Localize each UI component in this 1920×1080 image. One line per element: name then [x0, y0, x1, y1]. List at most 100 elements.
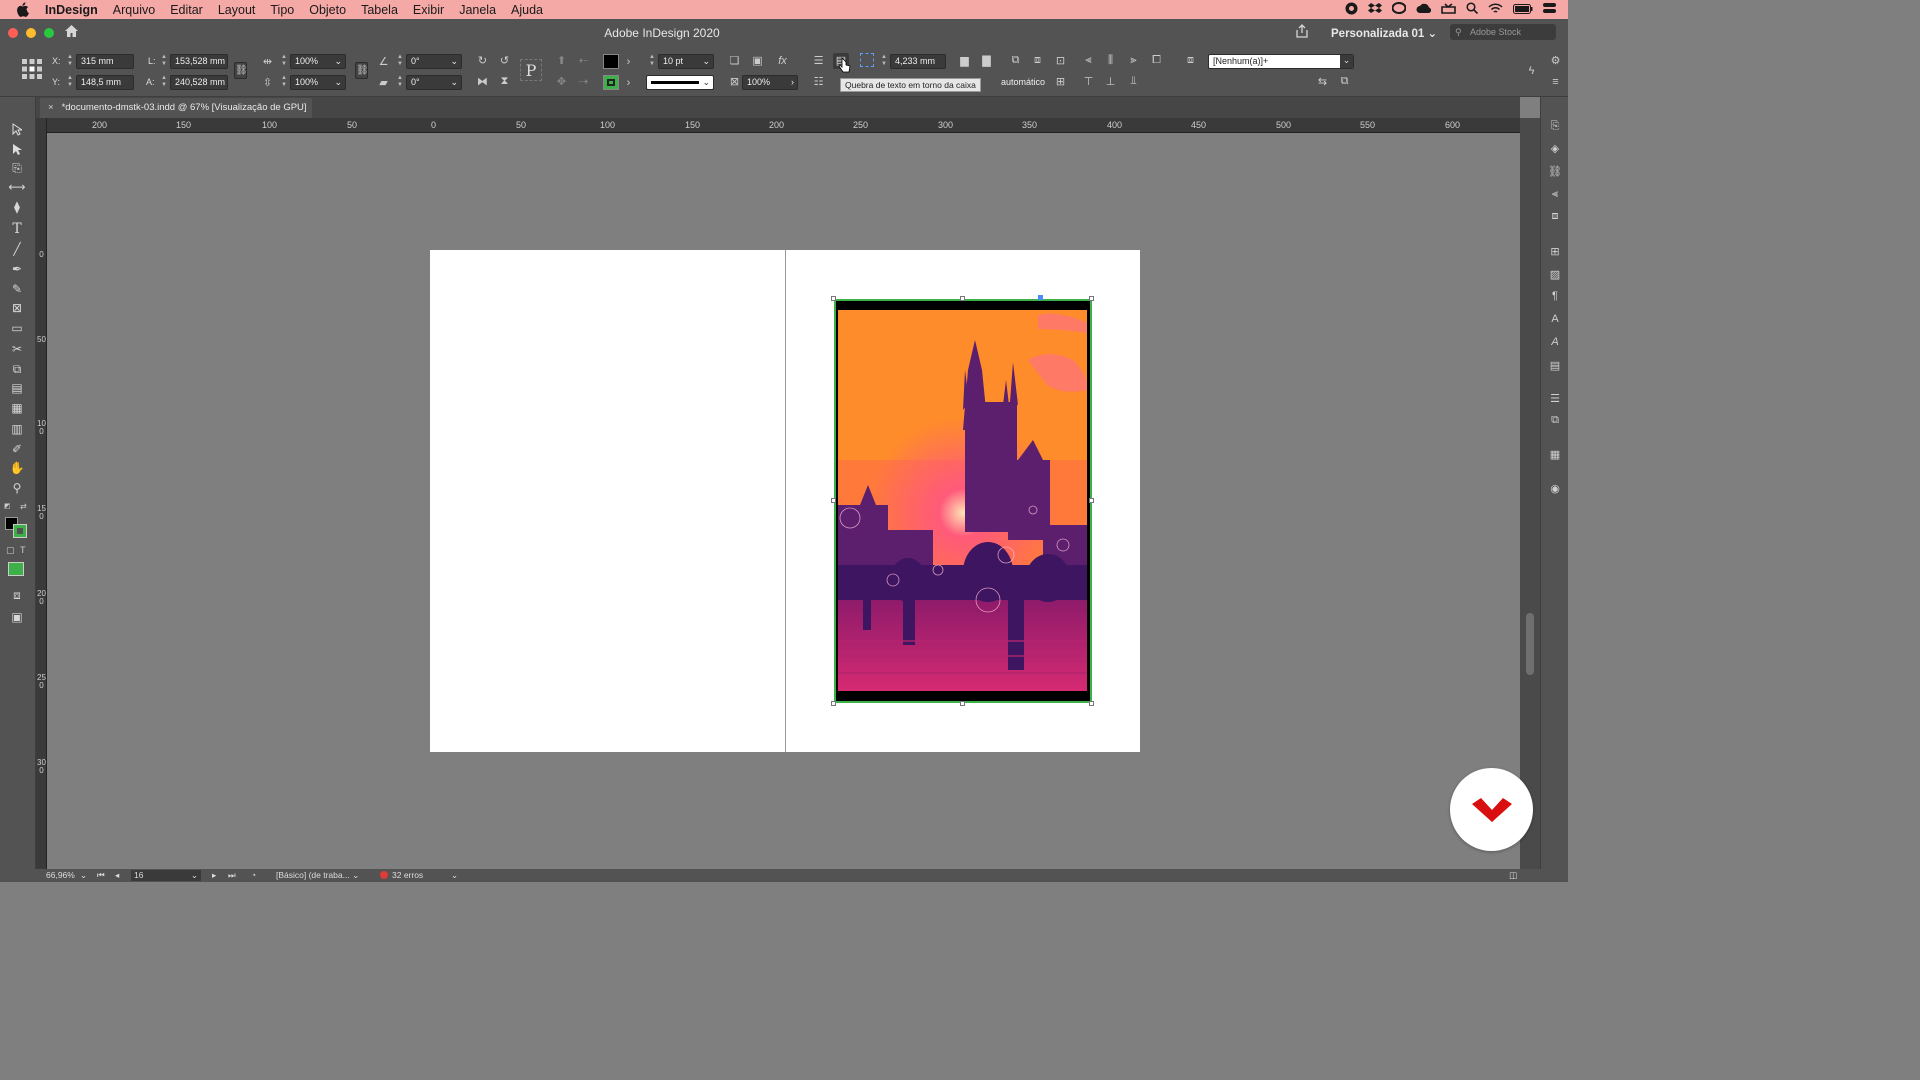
share-icon[interactable]: [1295, 24, 1309, 41]
menu-tipo[interactable]: Tipo: [270, 3, 294, 17]
workspace-switcher[interactable]: Personalizada 01 ⌄: [1331, 26, 1437, 40]
preflight-errors[interactable]: 32 erros: [392, 870, 423, 880]
scale-x-input[interactable]: 100% ⌄: [290, 54, 346, 69]
fit-frame-to-content-icon[interactable]: ▇: [980, 54, 993, 67]
creative-cloud-icon[interactable]: [1391, 2, 1407, 17]
wrap-offset-input[interactable]: 4,233 mm: [890, 54, 946, 69]
scrollbar-thumb[interactable]: [1526, 613, 1534, 675]
menu-layout[interactable]: Layout: [218, 3, 256, 17]
links-panel-icon[interactable]: ⛓: [1547, 164, 1563, 178]
frame-handle-middle-right[interactable]: [1089, 498, 1094, 503]
formatting-container-icon[interactable]: ▢: [6, 545, 15, 556]
scale-y-input[interactable]: 100% ⌄: [290, 75, 346, 90]
pages-panel-icon[interactable]: ⎘: [1547, 119, 1563, 133]
lightning-publish-icon[interactable]: ϟ: [1525, 64, 1538, 77]
fx-icon[interactable]: fx: [776, 54, 789, 67]
align-left-edges-icon[interactable]: ⫷: [1082, 54, 1095, 67]
view-mode-icon[interactable]: ⧈: [8, 587, 26, 603]
apply-color-icon[interactable]: [8, 562, 24, 576]
control-panel-settings-icon[interactable]: ⚙: [1549, 54, 1562, 67]
shear-spinner[interactable]: ▲ ▼: [396, 75, 404, 90]
align-vertical-centers-icon[interactable]: ⊥: [1104, 75, 1117, 88]
preflight-chevron-down-icon[interactable]: ⌄: [451, 870, 458, 881]
rectangle-frame-tool-icon[interactable]: ⊠: [8, 300, 26, 316]
control-panel-menu-icon[interactable]: ≡: [1549, 75, 1562, 88]
wrap-offset-spinner[interactable]: ▲ ▼: [880, 54, 888, 69]
spotlight-icon[interactable]: [1466, 2, 1479, 17]
fit-content-proportionally-icon[interactable]: ⧉: [1009, 54, 1022, 67]
tray-icon[interactable]: [1441, 2, 1456, 17]
split-window-icon[interactable]: ◫: [1509, 870, 1517, 881]
document-tab[interactable]: × *documento-dmstk-03.indd @ 67% [Visuali…: [40, 98, 312, 118]
stroke-color-swatch[interactable]: [13, 524, 27, 538]
frame-handle-top-center[interactable]: [960, 296, 965, 301]
fill-frame-proportionally-icon[interactable]: ⧈: [1031, 54, 1044, 67]
page-number-field[interactable]: 16 ⌄: [131, 870, 201, 881]
paragraph-panel-icon[interactable]: ¶: [1547, 289, 1563, 303]
x-spinner[interactable]: ▲ ▼: [66, 54, 74, 69]
wifi-icon[interactable]: [1488, 2, 1503, 17]
align-to-selection-icon[interactable]: ⧠: [1150, 54, 1163, 67]
zoom-level[interactable]: 66,96%: [46, 870, 75, 880]
transform-panel-icon[interactable]: ⧈: [1547, 209, 1563, 223]
formatting-text-icon[interactable]: T: [20, 545, 26, 555]
height-spinner[interactable]: ▲ ▼: [160, 75, 168, 90]
rotate-counterclockwise-icon[interactable]: ↺: [498, 54, 511, 67]
record-icon[interactable]: [1345, 2, 1358, 18]
selection-tool-icon[interactable]: [8, 121, 26, 137]
no-text-wrap-icon[interactable]: ☰: [812, 54, 825, 67]
character-styles-panel-icon[interactable]: A: [1547, 312, 1563, 326]
eyedropper-tool-icon[interactable]: ✐: [8, 441, 26, 457]
align-horizontal-centers-icon[interactable]: ⫼: [1104, 54, 1117, 67]
note-tool-icon[interactable]: ▥: [8, 421, 26, 437]
menu-objeto[interactable]: Objeto: [309, 3, 346, 17]
apple-icon[interactable]: [16, 2, 31, 17]
fill-chevron-right-icon[interactable]: ›: [622, 55, 635, 68]
pencil-tool-icon[interactable]: ✎: [8, 281, 26, 297]
select-next-object-icon[interactable]: ⇢: [577, 75, 590, 88]
height-input[interactable]: 240,528 mm: [170, 75, 228, 90]
align-right-edges-icon[interactable]: ⫸: [1127, 54, 1140, 67]
content-collector-icon[interactable]: ⧫: [8, 199, 26, 215]
flip-vertical-icon[interactable]: ⧗: [498, 75, 511, 88]
scale-x-spinner[interactable]: ▲ ▼: [280, 54, 288, 69]
menu-app-indesign[interactable]: InDesign: [45, 3, 98, 17]
object-effects-icon[interactable]: ▣: [751, 54, 764, 67]
reference-point-icon[interactable]: [22, 59, 42, 81]
align-panel-icon[interactable]: ⫷: [1547, 187, 1563, 201]
direct-selection-tool-icon[interactable]: [8, 141, 26, 157]
menu-arquivo[interactable]: Arquivo: [113, 3, 155, 17]
text-wrap-panel-icon[interactable]: ▤: [1547, 358, 1563, 372]
default-colors-icon[interactable]: ◩: [4, 502, 11, 510]
previous-page-icon[interactable]: ◂: [115, 870, 119, 881]
dropbox-icon[interactable]: [1368, 2, 1382, 17]
cloud-upload-icon[interactable]: [1416, 3, 1432, 17]
select-previous-object-icon[interactable]: ⇠: [577, 54, 590, 67]
rotate-angle-input[interactable]: 0° ⌄: [406, 54, 462, 69]
frame-handle-top-right[interactable]: [1089, 296, 1094, 301]
screen-mode-icon[interactable]: ▣: [8, 609, 26, 625]
battery-icon[interactable]: [1513, 3, 1533, 17]
y-position-input[interactable]: 148,5 mm: [76, 75, 134, 90]
menu-janela[interactable]: Janela: [459, 3, 496, 17]
gradient-feather-tool-icon[interactable]: ▦: [8, 400, 26, 416]
stroke-type-select[interactable]: ⌄: [646, 75, 714, 90]
zoom-chevron-down-icon[interactable]: ⌄: [80, 870, 87, 881]
first-page-icon[interactable]: ⏮: [97, 870, 105, 881]
align-bottom-edges-icon[interactable]: ⫫: [1127, 75, 1140, 88]
y-spinner[interactable]: ▲ ▼: [66, 75, 74, 90]
gradient-swatch-tool-icon[interactable]: ▤: [8, 380, 26, 396]
menu-exibir[interactable]: Exibir: [413, 3, 444, 17]
menu-editar[interactable]: Editar: [170, 3, 203, 17]
scissors-tool-icon[interactable]: ✂: [8, 341, 26, 357]
select-content-icon[interactable]: ✥: [555, 75, 568, 88]
constrain-scale-link-icon[interactable]: ⛓: [355, 62, 369, 79]
properties-panel-icon[interactable]: ☰: [1547, 391, 1563, 405]
gradient-panel-icon[interactable]: ◉: [1547, 481, 1563, 495]
table-panel-icon[interactable]: ▦: [1547, 447, 1563, 461]
frame-handle-bottom-center[interactable]: [960, 701, 965, 706]
width-spinner[interactable]: ▲ ▼: [160, 54, 168, 69]
menu-ajuda[interactable]: Ajuda: [511, 3, 543, 17]
align-top-edges-icon[interactable]: ⊤: [1082, 75, 1095, 88]
x-position-input[interactable]: 315 mm: [76, 54, 134, 69]
